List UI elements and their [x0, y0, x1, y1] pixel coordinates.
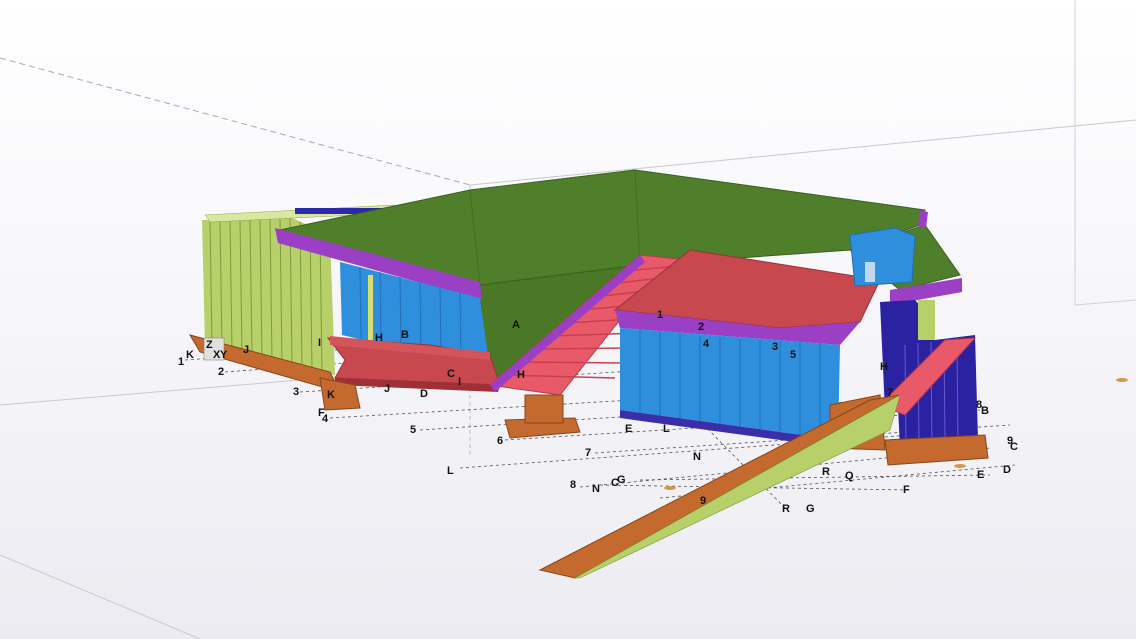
grid-label-g-right: G	[806, 503, 815, 515]
grid-label-h-right: H	[880, 361, 888, 373]
right-external-stair[interactable]	[879, 300, 978, 448]
grid-label-1: 1	[178, 356, 184, 368]
grid-label-i-slab: I	[458, 376, 461, 388]
grid-label-q: Q	[845, 470, 854, 482]
grid-label-l-mid: L	[663, 423, 670, 435]
grid-label-f-right: F	[903, 484, 910, 496]
model-canvas[interactable]: Z X Y 1 2 3 4 5 6 7 8 9 1 2 3 4 5 9 8 7 …	[0, 0, 1136, 639]
rooftop-stair-tower[interactable]	[849, 227, 916, 287]
grid-label-h: H	[375, 332, 383, 344]
grid-label-n: N	[693, 451, 701, 463]
grid-label-k-foundation: K	[327, 389, 335, 401]
roof-label-2: 2	[698, 321, 704, 333]
roof-label-4: 4	[703, 338, 710, 350]
grid-label-b-right: B	[981, 405, 989, 417]
grid-label-r: R	[822, 466, 830, 478]
grid-label-j: J	[243, 344, 249, 356]
grid-label-r-ramp: R	[782, 503, 790, 515]
grid-label-c-right: C	[1010, 441, 1018, 453]
grid-label-f: F	[318, 407, 325, 419]
grid-label-8: 8	[570, 479, 576, 491]
grid-label-n-left: N	[592, 483, 600, 495]
grid-label-c: C	[447, 368, 455, 380]
grid-label-e-right: E	[977, 469, 984, 481]
grid-label-7-right: 7	[887, 387, 893, 399]
grid-label-2: 2	[218, 366, 224, 378]
grid-label-3: 3	[293, 386, 299, 398]
grid-label-l: L	[447, 465, 454, 477]
grid-label-6: 6	[497, 435, 503, 447]
axis-y-label: Y	[220, 349, 228, 361]
grid-label-5: 5	[410, 424, 416, 436]
model-viewport[interactable]: Z X Y 1 2 3 4 5 6 7 8 9 1 2 3 4 5 9 8 7 …	[0, 0, 1136, 639]
roof-label-1: 1	[657, 309, 663, 321]
grid-label-g: G	[617, 474, 626, 486]
grid-label-i: I	[318, 337, 321, 349]
grid-label-k: K	[186, 349, 194, 361]
axis-z-label: Z	[206, 339, 213, 351]
grid-label-h-stair: H	[517, 369, 525, 381]
grid-label-b: B	[401, 329, 409, 341]
grid-label-e: E	[625, 423, 632, 435]
grid-label-9: 9	[700, 495, 706, 507]
grid-label-d: D	[420, 388, 428, 400]
grid-label-j-slab: J	[384, 383, 390, 395]
roof-label-3: 3	[772, 341, 778, 353]
roof-label-5: 5	[790, 349, 796, 361]
grid-label-d-right: D	[1003, 464, 1011, 476]
grid-label-a: A	[512, 319, 520, 331]
grid-label-7: 7	[585, 447, 591, 459]
